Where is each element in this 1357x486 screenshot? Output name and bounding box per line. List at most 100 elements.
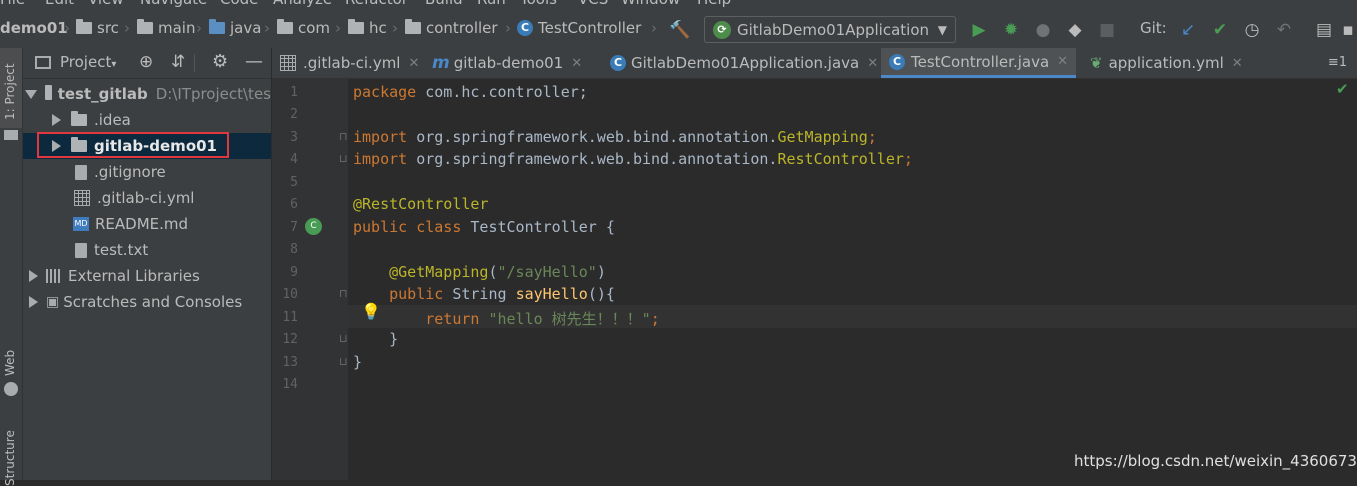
- class-name: RestController: [777, 150, 904, 168]
- breadcrumb-main[interactable]: main: [137, 18, 195, 38]
- code-line-9[interactable]: @GetMapping("/sayHello"): [353, 263, 606, 281]
- menu-refactor[interactable]: Refactor: [345, 0, 408, 8]
- code-line-6[interactable]: @RestController: [353, 195, 488, 213]
- library-icon: [46, 269, 62, 283]
- code-line-3[interactable]: import org.springframework.web.bind.anno…: [353, 128, 877, 146]
- folder-icon: [76, 19, 92, 34]
- menu-help[interactable]: Help: [697, 0, 731, 8]
- line-number: 11: [282, 310, 298, 325]
- breadcrumb-hc[interactable]: hc: [348, 18, 387, 38]
- debug-icon[interactable]: ✹: [1001, 20, 1021, 40]
- chevron-down-icon: ▾: [111, 59, 117, 70]
- project-structure-icon[interactable]: ▤: [1314, 20, 1334, 40]
- tab-list-menu[interactable]: ≡1: [1328, 55, 1347, 70]
- gear-icon[interactable]: ⚙: [212, 51, 228, 72]
- menu-analyze[interactable]: Analyze: [273, 0, 332, 8]
- vcs-update-icon[interactable]: ↙: [1178, 20, 1198, 40]
- expand-arrow-icon[interactable]: [29, 270, 38, 282]
- coverage-icon[interactable]: ◆: [1065, 20, 1085, 40]
- fold-marker-icon[interactable]: ⊔: [339, 332, 348, 345]
- tab-testcontroller[interactable]: C TestController.java ✕: [881, 48, 1077, 78]
- breadcrumb-src[interactable]: src: [76, 18, 119, 38]
- close-icon[interactable]: ✕: [571, 56, 582, 71]
- tree-item-label: Scratches and Consoles: [63, 293, 243, 311]
- stop-icon[interactable]: ■: [1097, 20, 1117, 40]
- run-configuration-select[interactable]: ⟳ GitlabDemo01Application ▼: [704, 16, 956, 43]
- tree-item-gitlab-ci[interactable]: .gitlab-ci.yml: [23, 185, 271, 211]
- code-line-10[interactable]: public String sayHello(){: [353, 285, 615, 303]
- menu-view[interactable]: View: [88, 0, 124, 8]
- line-number: 9: [290, 265, 298, 280]
- web-icon: [4, 382, 18, 396]
- breadcrumb-testcontroller[interactable]: C TestController: [517, 18, 641, 38]
- tree-item-idea[interactable]: .idea: [23, 107, 271, 133]
- tab-gitlab-demo01[interactable]: m gitlab-demo01 ✕: [432, 48, 582, 78]
- tree-item-external-libraries[interactable]: External Libraries: [23, 263, 271, 289]
- tree-item-gitlab-demo01[interactable]: gitlab-demo01: [23, 132, 271, 159]
- close-icon[interactable]: ✕: [1232, 56, 1243, 71]
- tree-item-readme[interactable]: MD README.md: [23, 211, 271, 237]
- code-line-13[interactable]: }: [353, 353, 362, 371]
- tree-item-test-txt[interactable]: test.txt: [23, 237, 271, 263]
- expand-arrow-icon[interactable]: [29, 296, 38, 308]
- expand-arrow-icon[interactable]: [52, 114, 61, 126]
- menu-edit[interactable]: Edit: [45, 0, 74, 8]
- close-icon[interactable]: ✕: [408, 56, 419, 71]
- menu-window[interactable]: Window: [621, 0, 680, 8]
- close-icon[interactable]: ✕: [867, 56, 878, 71]
- run-icon[interactable]: ▶: [969, 20, 989, 40]
- line-number: 8: [290, 242, 298, 257]
- fold-marker-icon[interactable]: ⊔: [339, 152, 348, 165]
- code-line-4[interactable]: import org.springframework.web.bind.anno…: [353, 150, 913, 168]
- vcs-commit-icon[interactable]: ✔: [1210, 20, 1230, 40]
- menu-code[interactable]: Code: [220, 0, 258, 8]
- breadcrumb-project[interactable]: demo01: [0, 18, 68, 38]
- menu-tools[interactable]: Tools: [520, 0, 557, 8]
- vcs-history-icon[interactable]: ◷: [1242, 20, 1262, 40]
- tree-item-test_gitlab[interactable]: test_gitlab D:\ITproject\tes: [23, 81, 271, 107]
- menu-vcs[interactable]: VCS: [578, 0, 608, 8]
- breadcrumb-java[interactable]: java: [209, 18, 261, 38]
- fold-marker-icon[interactable]: ⊓: [339, 287, 348, 300]
- code-line-11[interactable]: return "hello 树先生！！！";: [353, 308, 660, 329]
- code-text: }: [389, 330, 399, 348]
- tab-gitlab-ci[interactable]: .gitlab-ci.yml ✕: [280, 48, 419, 78]
- web-tool-tab[interactable]: Web: [3, 350, 17, 376]
- menu-file[interactable]: File: [0, 0, 25, 8]
- line-number: 3: [290, 130, 298, 145]
- fold-marker-icon[interactable]: ⊔: [339, 355, 348, 368]
- expand-arrow-icon[interactable]: [25, 89, 38, 99]
- tree-item-gitignore[interactable]: .gitignore: [23, 159, 271, 185]
- locate-icon[interactable]: ⊕: [139, 52, 153, 72]
- hide-panel-icon[interactable]: —: [245, 51, 263, 72]
- menu-run[interactable]: Run: [477, 0, 506, 8]
- project-view-dropdown[interactable]: Project▾: [60, 53, 116, 71]
- tab-application-yml[interactable]: ❦ application.yml ✕: [1090, 48, 1243, 78]
- menu-build[interactable]: Build: [425, 0, 463, 8]
- code-text: }: [353, 353, 363, 371]
- collapse-all-icon[interactable]: ⇵: [171, 52, 185, 72]
- profile-icon[interactable]: ●: [1033, 20, 1053, 40]
- breadcrumb-controller[interactable]: controller: [405, 18, 498, 38]
- settings-icon[interactable]: ▪: [1338, 20, 1357, 40]
- code-line-1[interactable]: package com.hc.controller;: [353, 83, 588, 101]
- menu-navigate[interactable]: Navigate: [140, 0, 207, 8]
- line-number: 1: [290, 85, 298, 100]
- spring-bean-gutter-icon[interactable]: C: [305, 218, 322, 235]
- project-tool-tab[interactable]: 1: Project: [0, 48, 22, 128]
- structure-tool-tab[interactable]: Structure: [3, 430, 17, 486]
- module-folder-icon: [71, 137, 87, 152]
- tree-item-scratches[interactable]: ▣ Scratches and Consoles: [23, 289, 271, 315]
- close-icon[interactable]: ✕: [1057, 54, 1068, 69]
- tree-item-label: test.txt: [94, 241, 149, 259]
- tab-gitlabdemo01application[interactable]: C GitlabDemo01Application.java ✕: [610, 48, 878, 78]
- build-hammer-icon[interactable]: 🔨: [669, 20, 690, 40]
- inspection-ok-icon[interactable]: ✔: [1336, 80, 1349, 98]
- fold-marker-icon[interactable]: ⊓: [339, 130, 348, 143]
- breadcrumb-com[interactable]: com: [277, 18, 330, 38]
- vcs-rollback-icon[interactable]: ↶: [1274, 20, 1294, 40]
- folder-icon: [45, 85, 53, 100]
- code-line-7[interactable]: public class TestController {: [353, 218, 615, 236]
- breadcrumb-separator-icon: ›: [196, 19, 202, 37]
- code-line-12[interactable]: }: [353, 330, 398, 348]
